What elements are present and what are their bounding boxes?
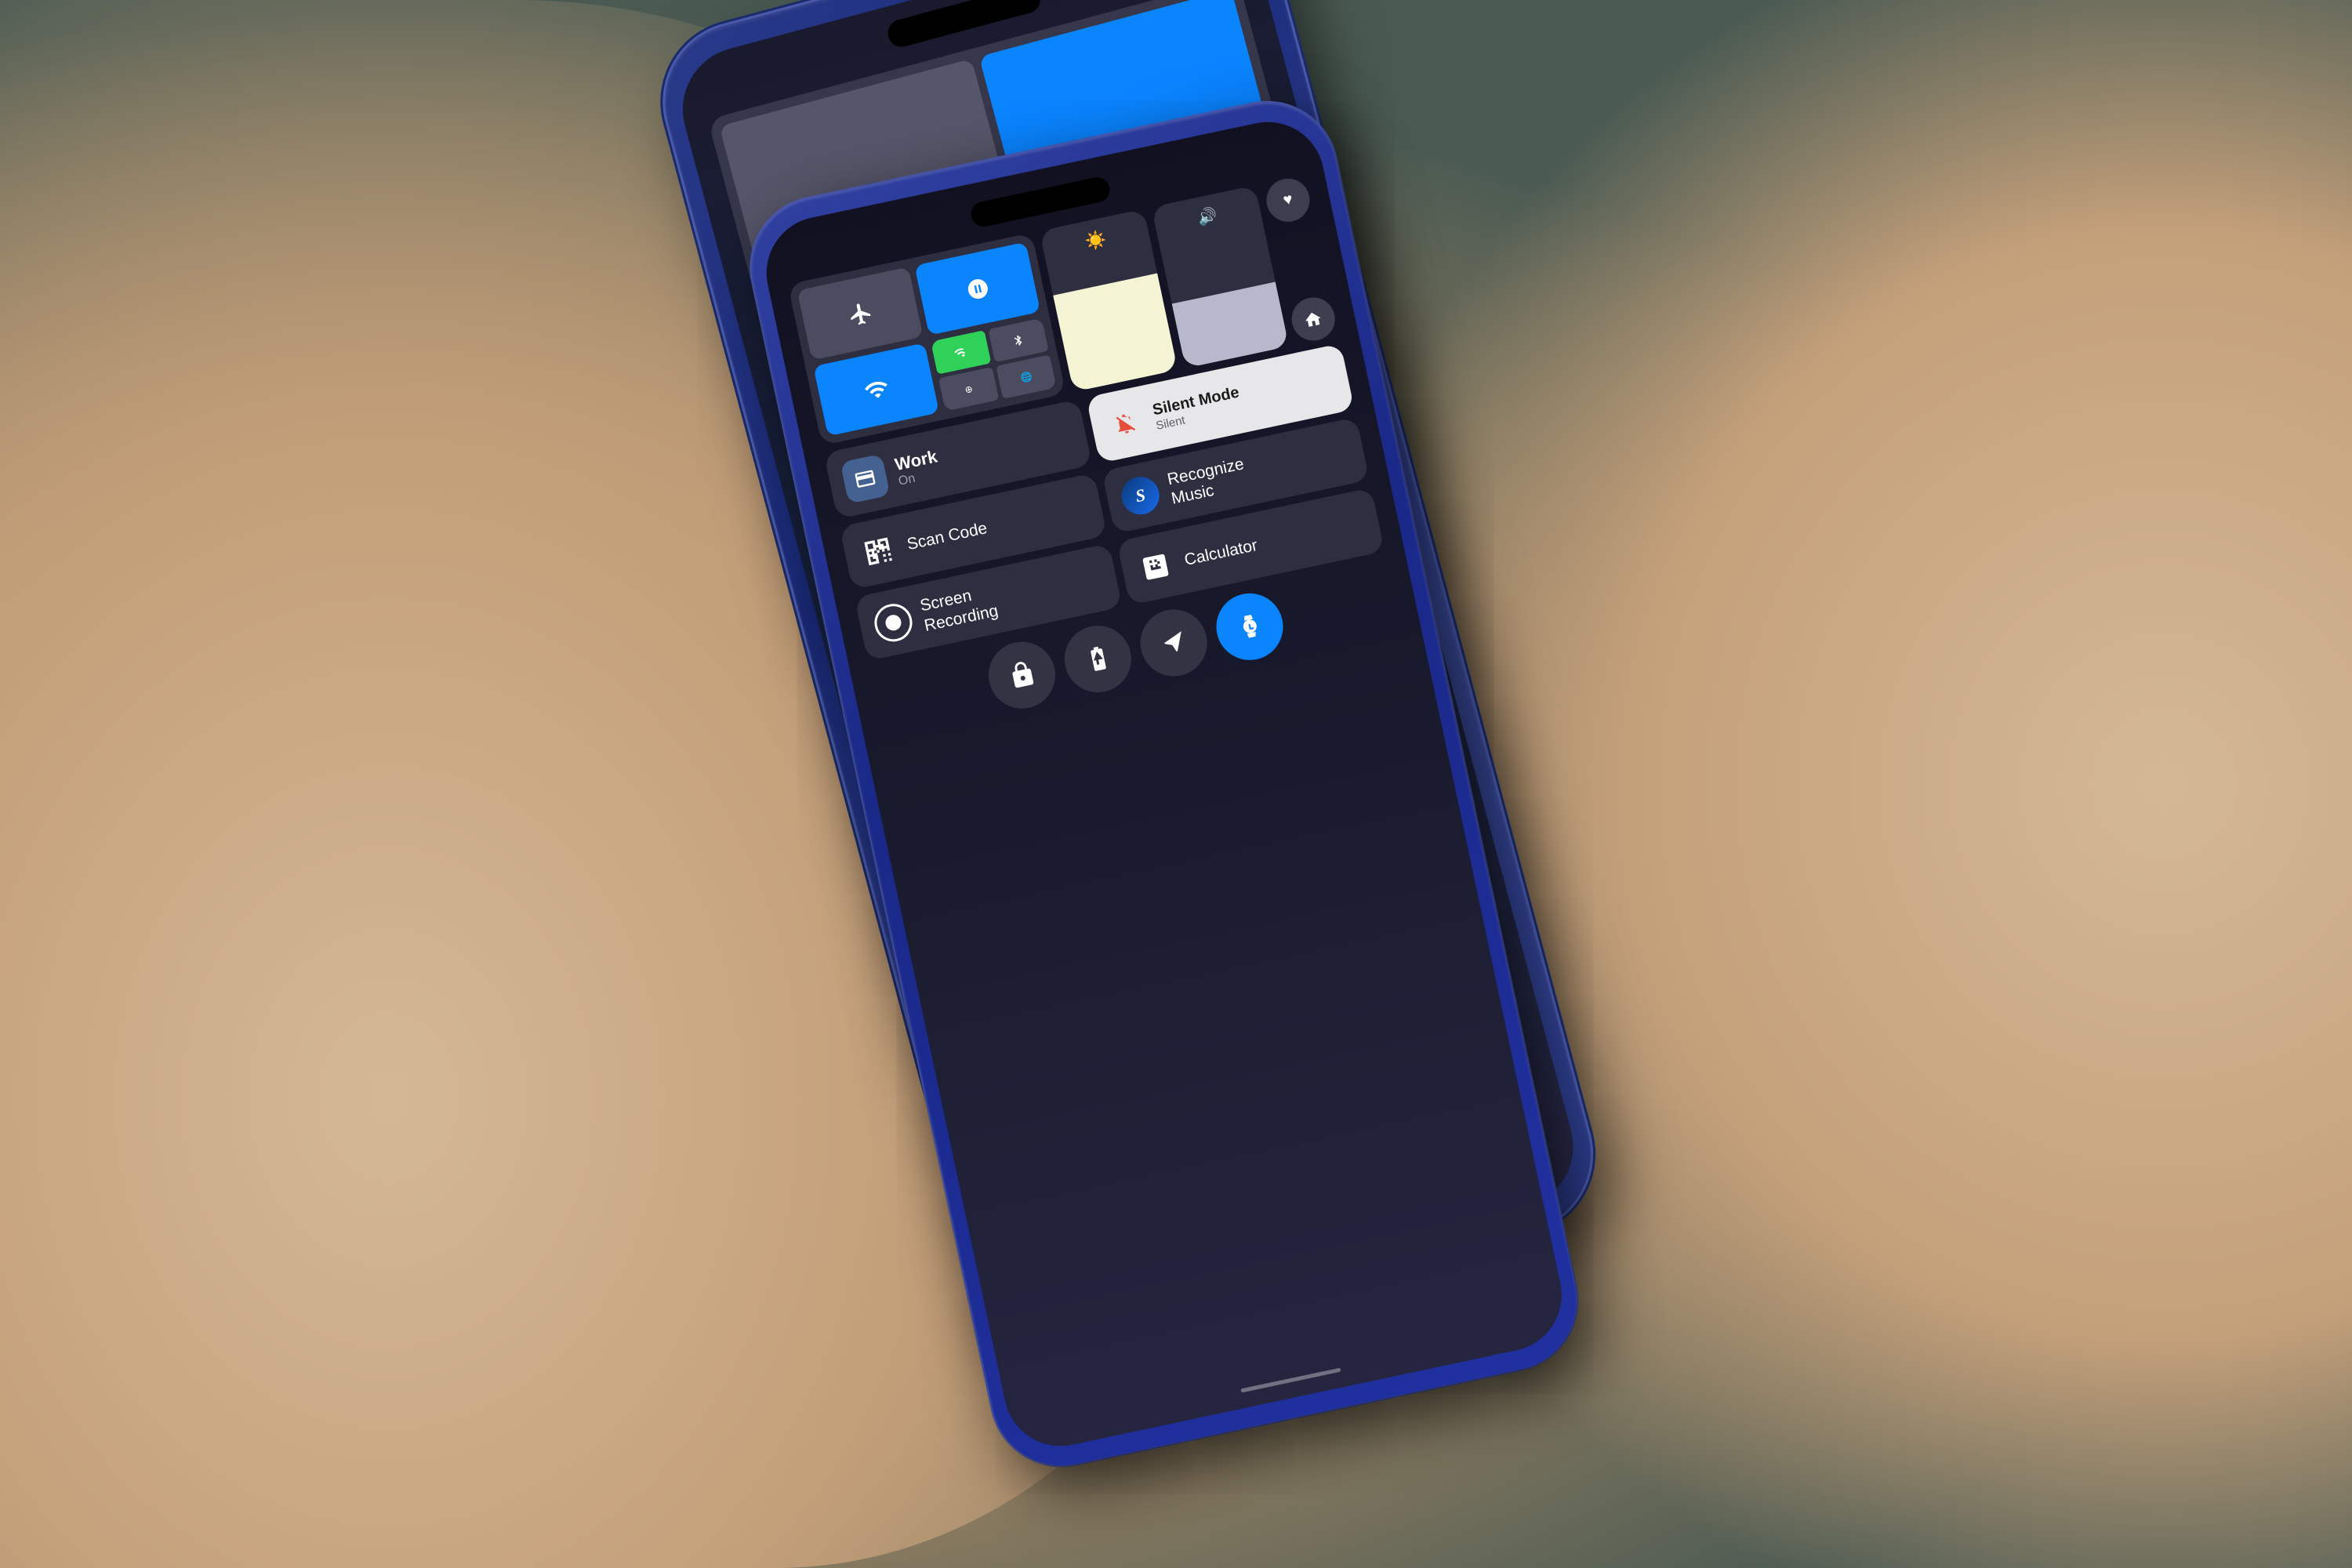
- watch-button[interactable]: [1210, 587, 1290, 666]
- heart-icon: ♥: [1282, 191, 1294, 210]
- battery-icon: [1081, 642, 1115, 676]
- brightness-icon: ☀️: [1083, 228, 1108, 252]
- home-icon: [1302, 308, 1324, 330]
- cellular-icon: [953, 344, 969, 361]
- watch-icon: [1234, 611, 1265, 642]
- vpn-button[interactable]: 🌐: [996, 354, 1056, 399]
- silent-icon: [1103, 401, 1148, 446]
- lock-rotation-icon: [1005, 659, 1039, 692]
- remote-icon: [1159, 628, 1189, 658]
- work-card-icon: [852, 466, 878, 492]
- battery-button[interactable]: [1058, 619, 1138, 699]
- vpn-icon: 🌐: [1019, 370, 1033, 383]
- remote-button[interactable]: [1134, 603, 1214, 682]
- airdrop-icon: [964, 274, 992, 303]
- work-text: Work On: [893, 446, 942, 488]
- brightness-fill: [1053, 274, 1178, 392]
- screen-recording-icon: [871, 600, 916, 644]
- cellular-button[interactable]: [931, 330, 991, 375]
- heart-button[interactable]: ♥: [1262, 175, 1313, 226]
- airplane-icon: [845, 299, 875, 328]
- bluetooth-icon: [1011, 332, 1026, 347]
- calc-svg-icon: [1138, 549, 1173, 584]
- qr-code-icon: [859, 533, 896, 570]
- lock-rotation-button[interactable]: [982, 636, 1062, 715]
- shazam-icon: S: [1118, 474, 1163, 518]
- record-dot: [884, 613, 903, 632]
- recognize-music-label: Recognize Music: [1166, 454, 1250, 509]
- volume-fill: [1171, 281, 1289, 368]
- focus-icon: ⊕: [964, 383, 974, 395]
- bell-slash-icon: [1111, 409, 1139, 437]
- calculator-label: Calculator: [1183, 535, 1259, 569]
- focus-button[interactable]: ⊕: [938, 367, 999, 412]
- sub-grid: ⊕ 🌐: [931, 318, 1057, 411]
- wifi-button[interactable]: [813, 343, 939, 436]
- silent-text: Silent Mode Silent: [1151, 383, 1243, 432]
- calculator-icon: [1133, 544, 1178, 589]
- work-icon: [840, 454, 891, 504]
- home-button[interactable]: [1288, 293, 1339, 344]
- wifi-icon: [862, 375, 891, 405]
- scan-code-label: Scan Code: [906, 519, 989, 554]
- screen-recording-label: Screen Recording: [918, 581, 1000, 635]
- scan-code-icon: [856, 529, 901, 574]
- bluetooth-button[interactable]: [988, 318, 1048, 362]
- volume-icon: 🔊: [1196, 205, 1219, 228]
